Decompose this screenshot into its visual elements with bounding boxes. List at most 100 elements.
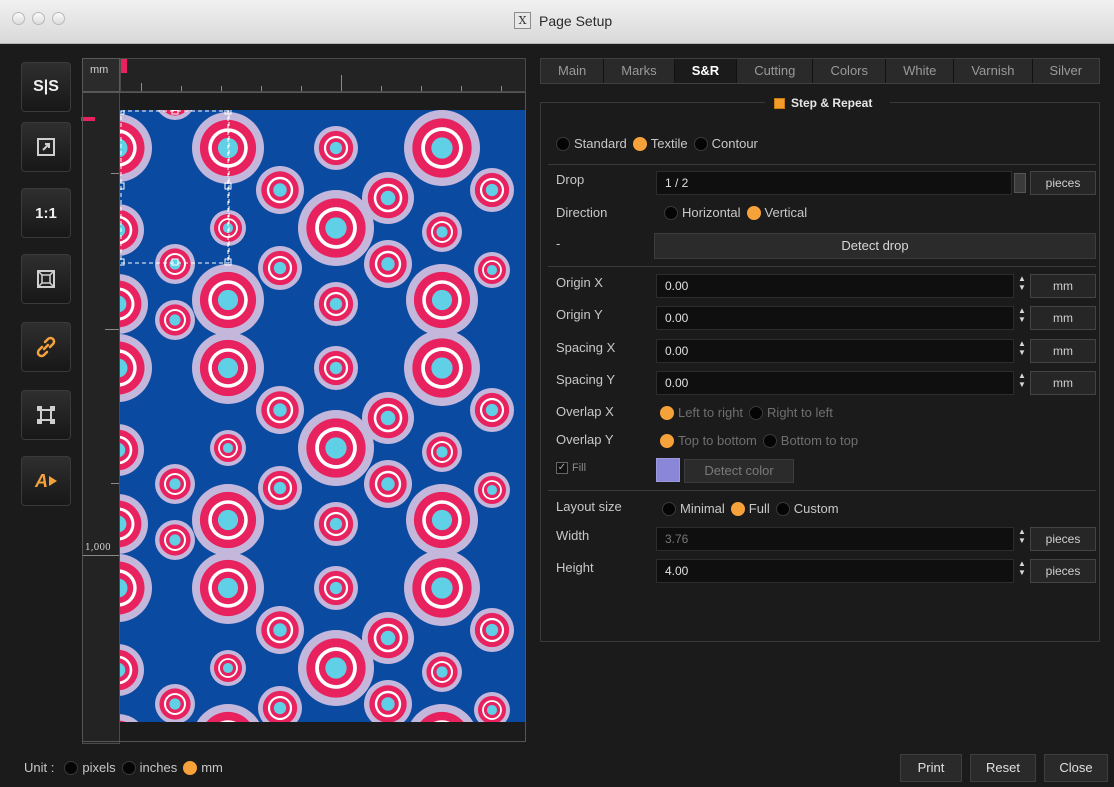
spacing-y-unit-button[interactable]: mm: [1030, 371, 1096, 395]
tab-silver[interactable]: Silver: [1033, 59, 1100, 83]
tab-marks[interactable]: Marks: [604, 59, 675, 83]
radio-custom-label[interactable]: Custom: [794, 501, 839, 516]
link-button[interactable]: [21, 322, 71, 372]
tab-colors[interactable]: Colors: [813, 59, 887, 83]
spacing-x-stepper[interactable]: ▲ ▼: [1016, 339, 1028, 363]
radio-inches-label[interactable]: inches: [140, 760, 178, 775]
spacing-x-unit-button[interactable]: mm: [1030, 339, 1096, 363]
text-tool-button[interactable]: A: [21, 456, 71, 506]
export-button[interactable]: [21, 122, 71, 172]
tab-main[interactable]: Main: [541, 59, 605, 83]
radio-textile[interactable]: [632, 136, 647, 151]
radio-bottom-to-top-label[interactable]: Bottom to top: [781, 433, 858, 448]
logo-button[interactable]: S|S: [21, 62, 71, 112]
radio-top-to-bottom[interactable]: [660, 433, 674, 448]
horizontal-ruler: [120, 58, 526, 92]
tab-sr[interactable]: S&R: [674, 59, 738, 83]
pattern-motif: [155, 300, 195, 340]
radio-left-to-right[interactable]: [660, 405, 674, 420]
radio-right-to-left-label[interactable]: Right to left: [767, 405, 833, 420]
detect-drop-button[interactable]: Detect drop: [654, 233, 1096, 259]
origin-x-field[interactable]: 0.00: [656, 274, 1014, 298]
step-repeat-checkbox[interactable]: [774, 97, 785, 109]
fit-page-button[interactable]: [21, 254, 71, 304]
close-window-button[interactable]: [12, 12, 25, 25]
radio-minimal-label[interactable]: Minimal: [680, 501, 725, 516]
radio-minimal[interactable]: [662, 501, 676, 516]
tab-cutting[interactable]: Cutting: [737, 59, 814, 83]
radio-horizontal-label[interactable]: Horizontal: [682, 205, 741, 220]
pattern-motif: [364, 240, 412, 288]
radio-vertical[interactable]: [746, 205, 761, 220]
pattern-motif: [258, 246, 302, 290]
ruler-unit-corner[interactable]: mm: [82, 58, 120, 92]
pattern-motif: [404, 550, 480, 626]
fill-checkbox-row[interactable]: ✓ Fill: [556, 462, 586, 474]
radio-contour[interactable]: [693, 136, 708, 151]
radio-horizontal[interactable]: [664, 205, 678, 220]
radio-mm[interactable]: [183, 760, 198, 775]
origin-y-field[interactable]: 0.00: [656, 306, 1014, 330]
height-unit-button[interactable]: pieces: [1030, 559, 1096, 583]
print-button[interactable]: Print: [900, 754, 962, 782]
ruler-origin-marker-v[interactable]: [81, 117, 95, 121]
overlap-x-radio-group: Left to right Right to left: [660, 405, 839, 420]
drop-unit-button[interactable]: pieces: [1030, 171, 1096, 195]
radio-right-to-left[interactable]: [749, 405, 764, 420]
pattern-motif: [210, 430, 246, 466]
spacing-y-field[interactable]: 0.00: [656, 371, 1014, 395]
tab-white[interactable]: White: [886, 59, 955, 83]
radio-standard-label[interactable]: Standard: [574, 136, 627, 151]
fill-checkbox-icon[interactable]: ✓: [556, 462, 568, 474]
width-field[interactable]: 3.76: [656, 527, 1014, 551]
radio-mm-label[interactable]: mm: [201, 760, 223, 775]
drop-field[interactable]: 1 / 2: [656, 171, 1012, 195]
textile-pattern: [120, 110, 526, 722]
radio-contour-label[interactable]: Contour: [712, 136, 758, 151]
pattern-motif: [298, 630, 374, 706]
pattern-motif: [422, 212, 462, 252]
radio-full-label[interactable]: Full: [749, 501, 770, 516]
radio-left-to-right-label[interactable]: Left to right: [678, 405, 743, 420]
radio-vertical-label[interactable]: Vertical: [765, 205, 808, 220]
ruler-origin-marker[interactable]: [121, 59, 127, 73]
detect-color-button[interactable]: Detect color: [684, 459, 794, 483]
radio-inches[interactable]: [121, 760, 136, 775]
spacing-x-field[interactable]: 0.00: [656, 339, 1014, 363]
drop-stepper[interactable]: [1014, 173, 1026, 193]
page-setup-window: S|S 1:1 A mm 1,000 Main Marks S&R Cuttin…: [0, 44, 1114, 787]
transform-button[interactable]: [21, 390, 71, 440]
close-button[interactable]: Close: [1044, 754, 1108, 782]
step-repeat-title: Step & Repeat: [791, 96, 873, 110]
actual-size-button[interactable]: 1:1: [21, 188, 71, 238]
width-unit-button[interactable]: pieces: [1030, 527, 1096, 551]
minimize-window-button[interactable]: [32, 12, 45, 25]
pattern-motif: [155, 520, 195, 560]
origin-y-stepper[interactable]: ▲ ▼: [1016, 306, 1028, 330]
origin-y-unit-button[interactable]: mm: [1030, 306, 1096, 330]
height-field[interactable]: 4.00: [656, 559, 1014, 583]
radio-standard[interactable]: [556, 136, 570, 151]
radio-textile-label[interactable]: Textile: [651, 136, 688, 151]
step-repeat-legend[interactable]: Step & Repeat: [770, 96, 877, 110]
unit-selector: Unit : pixels inches mm: [24, 760, 229, 775]
spacing-y-stepper[interactable]: ▲ ▼: [1016, 371, 1028, 395]
zoom-window-button[interactable]: [52, 12, 65, 25]
origin-x-unit-button[interactable]: mm: [1030, 274, 1096, 298]
radio-full[interactable]: [730, 501, 745, 516]
radio-bottom-to-top[interactable]: [762, 433, 777, 448]
radio-custom[interactable]: [775, 501, 790, 516]
radio-pixels[interactable]: [64, 760, 79, 775]
pattern-motif: [256, 166, 304, 214]
height-stepper[interactable]: ▲ ▼: [1016, 559, 1028, 583]
width-stepper[interactable]: ▲ ▼: [1016, 527, 1028, 551]
preview-canvas[interactable]: [120, 110, 526, 722]
radio-pixels-label[interactable]: pixels: [82, 760, 115, 775]
pattern-motif: [404, 330, 480, 406]
reset-button[interactable]: Reset: [970, 754, 1036, 782]
pattern-motif: [155, 244, 195, 284]
origin-x-stepper[interactable]: ▲ ▼: [1016, 274, 1028, 298]
tab-varnish[interactable]: Varnish: [954, 59, 1033, 83]
fill-color-swatch[interactable]: [656, 458, 680, 482]
radio-top-to-bottom-label[interactable]: Top to bottom: [678, 433, 757, 448]
